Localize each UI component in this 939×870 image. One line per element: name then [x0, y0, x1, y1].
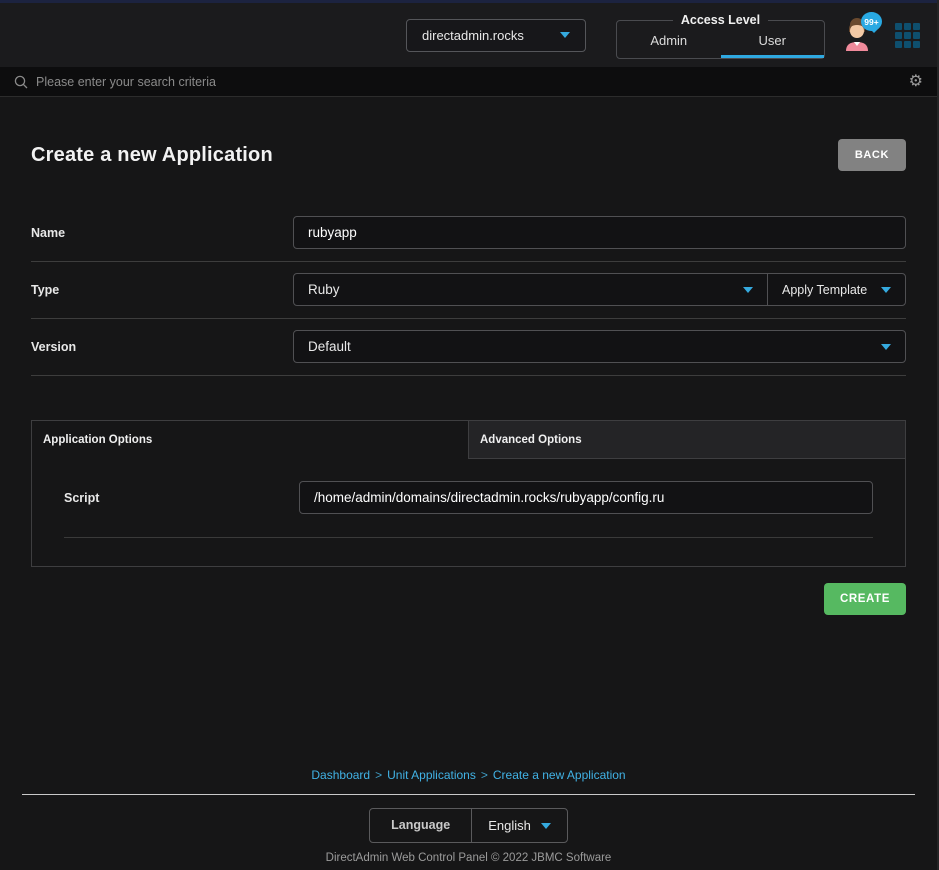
script-input[interactable]: [299, 481, 873, 514]
chevron-down-icon: [881, 287, 891, 293]
type-select[interactable]: Ruby: [293, 273, 768, 306]
version-row: Version Default: [31, 319, 906, 376]
language-value: English: [488, 818, 531, 833]
breadcrumb-dashboard[interactable]: Dashboard: [311, 768, 370, 782]
main-content: Create a new Application BACK Name Type …: [0, 97, 937, 615]
search-input[interactable]: [36, 75, 901, 89]
breadcrumb-separator: >: [481, 768, 488, 782]
gear-icon[interactable]: ⚙: [909, 74, 923, 90]
footer: Dashboard > Unit Applications > Create a new…: [0, 768, 937, 870]
tab-application-options[interactable]: Application Options: [32, 421, 468, 459]
name-label: Name: [31, 226, 293, 240]
header-bar: directadmin.rocks Access Level Admin Use…: [0, 3, 937, 67]
version-label: Version: [31, 340, 293, 354]
type-select-value: Ruby: [308, 282, 340, 297]
name-row: Name: [31, 205, 906, 262]
name-input[interactable]: [293, 216, 906, 249]
breadcrumb-separator: >: [375, 768, 382, 782]
divider: [64, 537, 873, 538]
chevron-down-icon: [560, 32, 570, 38]
global-search-bar: ⚙: [0, 67, 937, 97]
notification-badge: 99+: [861, 12, 882, 31]
chevron-down-icon: [881, 344, 891, 350]
domain-selector[interactable]: directadmin.rocks: [406, 19, 586, 52]
search-icon: [14, 75, 28, 89]
chevron-down-icon: [743, 287, 753, 293]
script-row: Script: [64, 481, 873, 514]
chevron-down-icon: [541, 823, 551, 829]
application-form: Name Type Ruby Apply Template Version: [31, 205, 906, 376]
tab-advanced-options[interactable]: Advanced Options: [468, 421, 905, 459]
type-row: Type Ruby Apply Template: [31, 262, 906, 319]
access-level-label: Access Level: [673, 13, 768, 27]
breadcrumb-unit-applications[interactable]: Unit Applications: [387, 768, 476, 782]
options-panel: Application Options Advanced Options Scr…: [31, 420, 906, 567]
page-title: Create a new Application: [31, 144, 273, 167]
breadcrumb: Dashboard > Unit Applications > Create a new…: [0, 768, 937, 782]
script-label: Script: [64, 491, 299, 505]
language-selector: Language English: [369, 808, 568, 843]
access-level-admin[interactable]: Admin: [617, 27, 721, 58]
language-label: Language: [370, 809, 471, 842]
create-button[interactable]: CREATE: [824, 583, 906, 615]
version-select[interactable]: Default: [293, 330, 906, 363]
apply-template-dropdown[interactable]: Apply Template: [767, 273, 906, 306]
apps-grid-icon[interactable]: [895, 23, 920, 48]
footer-divider: [22, 794, 915, 795]
user-avatar[interactable]: 99+: [841, 18, 873, 52]
back-button[interactable]: BACK: [838, 139, 906, 171]
access-level-switcher: Access Level Admin User: [616, 13, 825, 59]
breadcrumb-current-page[interactable]: Create a new Application: [493, 768, 626, 782]
copyright-text: DirectAdmin Web Control Panel © 2022 JBM…: [0, 852, 937, 864]
version-select-value: Default: [308, 339, 351, 354]
language-dropdown[interactable]: English: [471, 809, 567, 842]
apply-template-label: Apply Template: [782, 283, 867, 297]
domain-selector-value: directadmin.rocks: [422, 28, 524, 43]
type-label: Type: [31, 283, 293, 297]
access-level-user[interactable]: User: [721, 27, 825, 58]
